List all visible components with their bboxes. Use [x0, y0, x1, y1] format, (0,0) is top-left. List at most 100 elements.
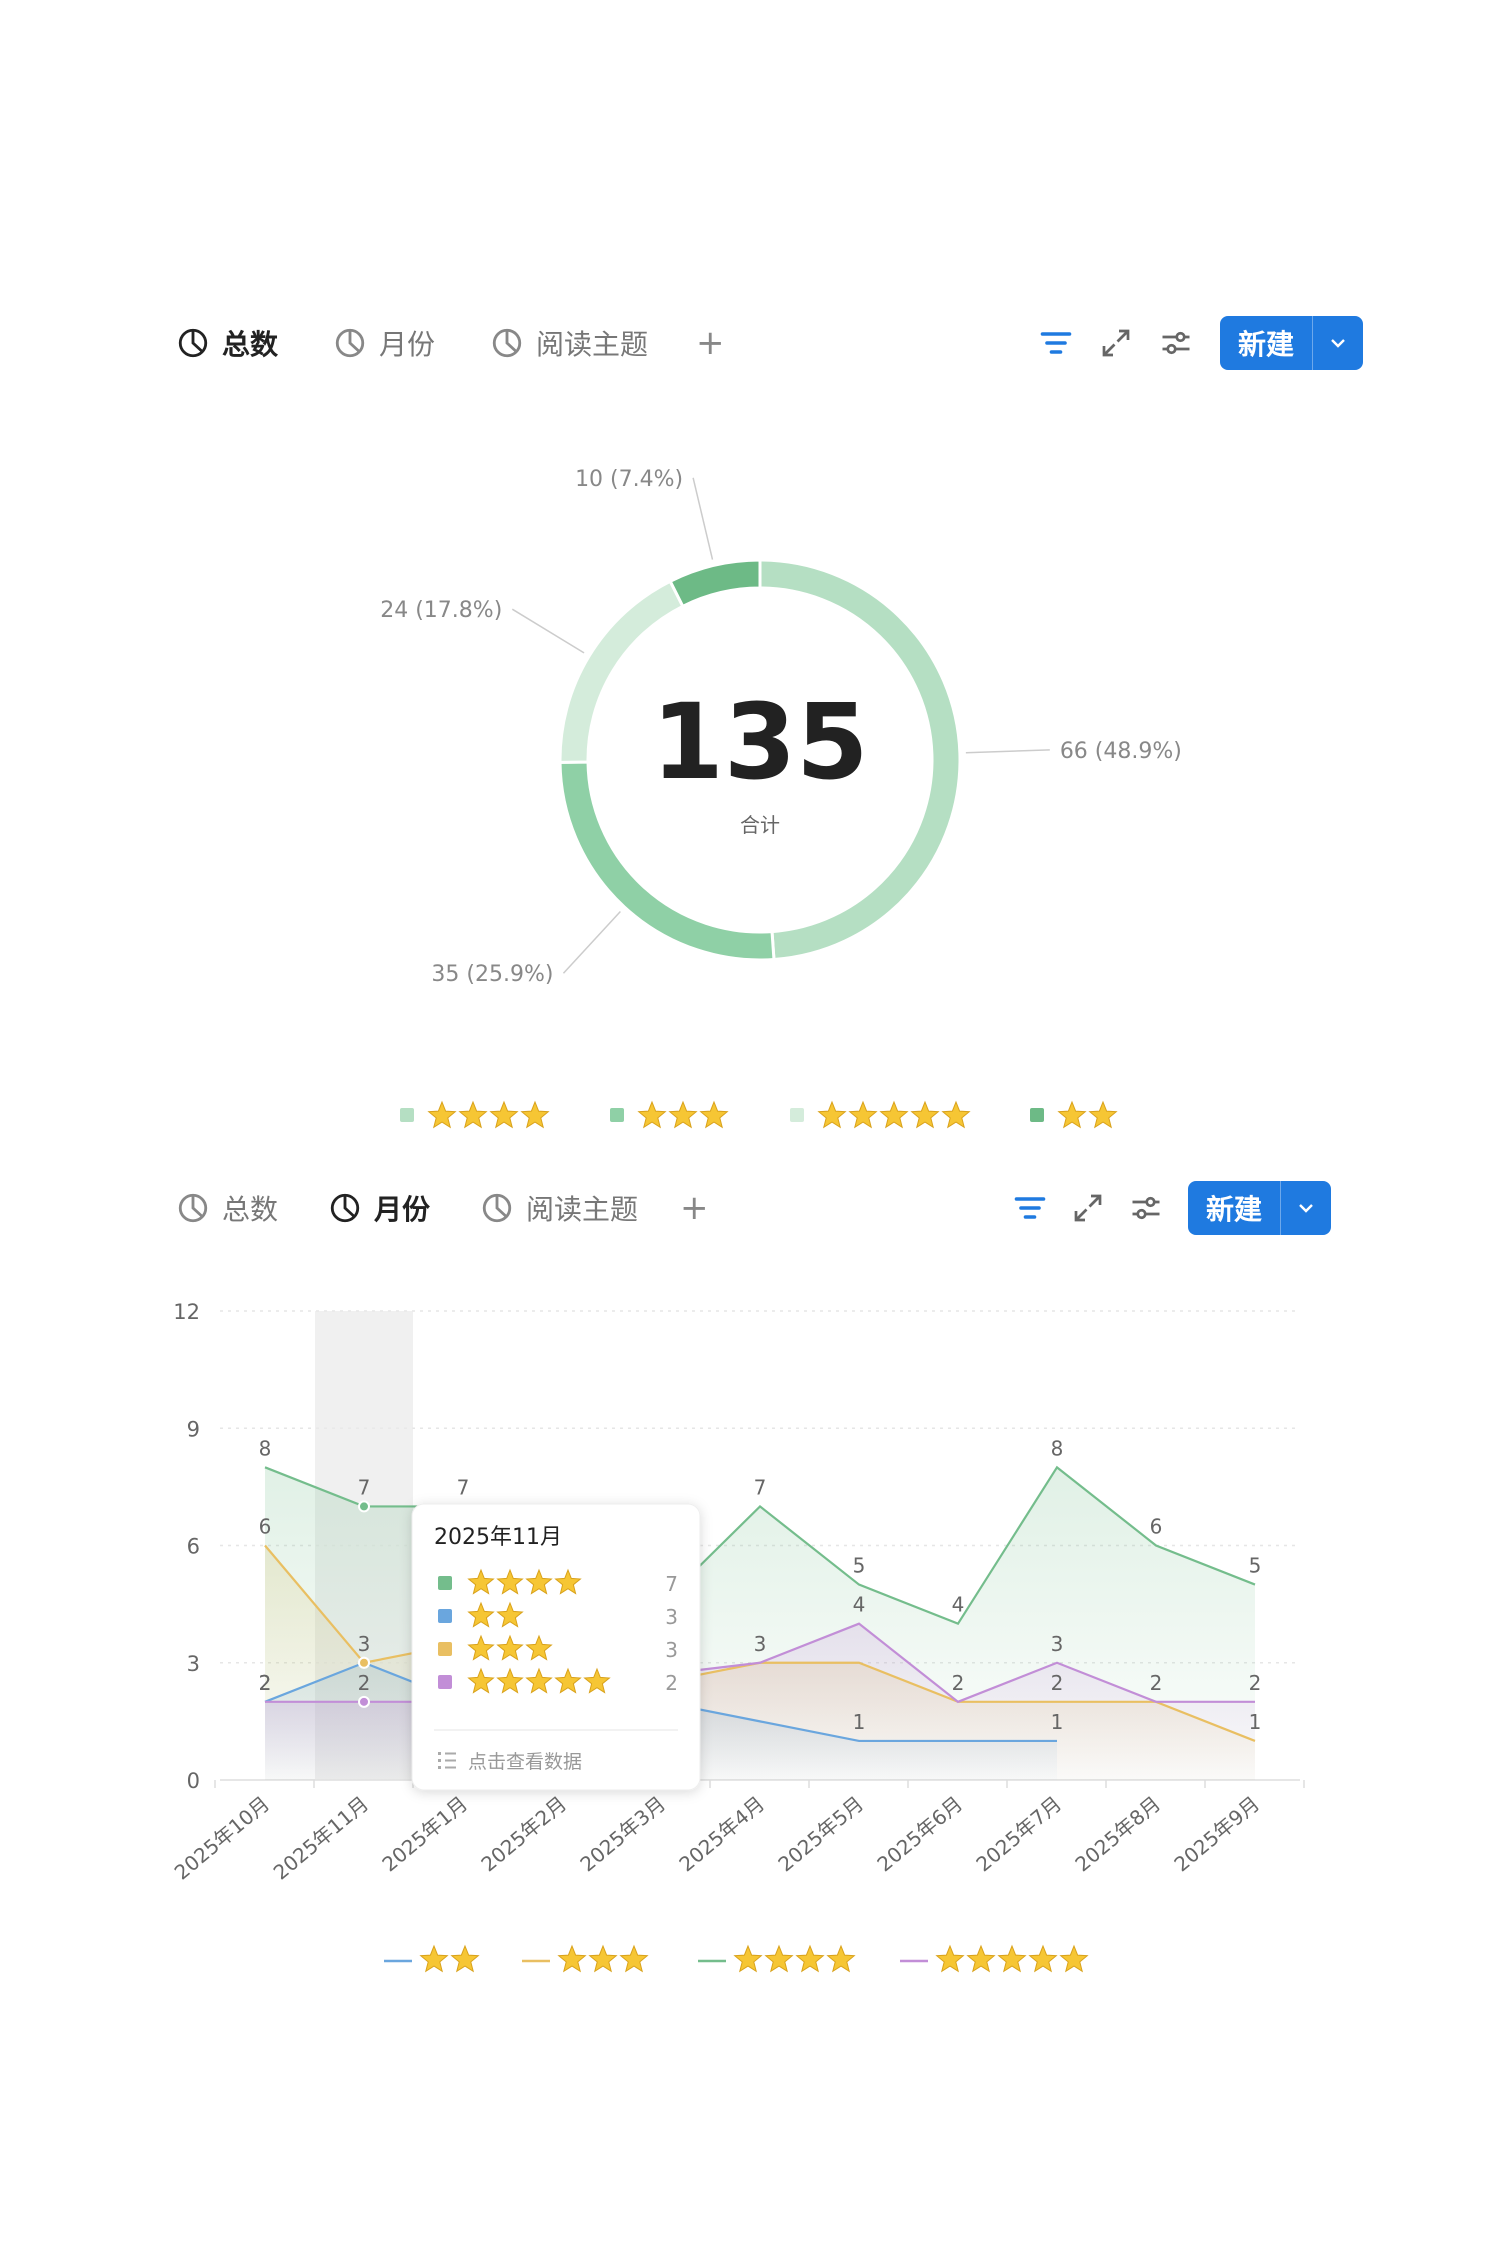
star-icon [935, 1944, 965, 1973]
legend-item[interactable] [400, 1100, 550, 1129]
tab-total[interactable]: 总数 [176, 1178, 278, 1238]
donut-slice-label: 35 (25.9%) [431, 962, 553, 987]
x-tick-label: 2025年2月 [476, 1791, 571, 1876]
legend-item[interactable] [1030, 1100, 1118, 1129]
star-icon [427, 1100, 457, 1129]
star-icon [1059, 1944, 1089, 1973]
y-tick-label: 0 [187, 1769, 200, 1793]
star-icon [848, 1100, 878, 1129]
data-label: 6 [259, 1515, 272, 1539]
pie-chart-icon [335, 328, 365, 358]
legend-swatch [1030, 1108, 1044, 1122]
tab-reading-topic[interactable]: 阅读主题 [490, 313, 648, 373]
x-tick-label: 2025年11月 [269, 1791, 374, 1884]
tooltip-value: 7 [665, 1572, 678, 1596]
donut-total: 135 [651, 681, 868, 803]
star-icon [520, 1100, 550, 1129]
chart-tooltip: 2025年11月 7 3 3 2 点击查看数据 [411, 1503, 701, 1791]
donut-chart: 66 (48.9%)35 (25.9%)24 (17.8%)10 (7.4%) … [380, 467, 1182, 1129]
new-button[interactable]: 新建 [1188, 1181, 1332, 1235]
pie-chart-icon [178, 1193, 208, 1223]
tab-label: 月份 [379, 328, 436, 361]
star-icon [450, 1944, 480, 1973]
tab-month[interactable]: 月份 [328, 1178, 430, 1238]
star-icon [419, 1944, 449, 1973]
data-label: 1 [1249, 1710, 1262, 1734]
star-icon [489, 1100, 519, 1129]
toolbar-top: 总数 月份 阅读主题 + 新建 [0, 313, 1499, 373]
settings-icon [1162, 331, 1190, 355]
star-icon [733, 1944, 763, 1973]
data-point[interactable] [358, 1500, 370, 1513]
data-label: 7 [754, 1475, 767, 1499]
tooltip-swatch [438, 1609, 452, 1623]
tooltip-title: 2025年11月 [434, 1525, 562, 1550]
star-icon [1057, 1100, 1087, 1129]
legend-item[interactable] [610, 1100, 729, 1129]
data-label: 5 [853, 1554, 866, 1578]
data-label: 7 [457, 1475, 470, 1499]
data-label: 8 [1051, 1436, 1064, 1460]
y-tick-label: 6 [187, 1535, 200, 1559]
tooltip-value: 2 [665, 1671, 678, 1695]
star-icon [668, 1100, 698, 1129]
settings-button[interactable] [1156, 323, 1196, 363]
x-tick-label: 2025年1月 [377, 1791, 472, 1876]
legend-item[interactable] [900, 1944, 1089, 1973]
legend-item[interactable] [698, 1944, 856, 1973]
star-icon [588, 1944, 618, 1973]
x-tick-label: 2025年10月 [170, 1791, 275, 1884]
expand-button[interactable] [1068, 1188, 1108, 1228]
new-dropdown-toggle[interactable] [1313, 316, 1363, 370]
data-label: 2 [1150, 1671, 1163, 1695]
add-view-button[interactable]: + [680, 1178, 709, 1238]
toolbar-bottom: 总数 月份 阅读主题 + 新建 [0, 1178, 1499, 1238]
settings-button[interactable] [1126, 1188, 1166, 1228]
legend-stars [817, 1100, 971, 1129]
legend-stars [557, 1944, 649, 1973]
data-label: 4 [853, 1593, 866, 1617]
data-label: 1 [853, 1710, 866, 1734]
star-icon [817, 1100, 847, 1129]
star-icon [966, 1944, 996, 1973]
donut-leader-line [965, 749, 1050, 754]
star-icon [826, 1944, 856, 1973]
expand-button[interactable] [1096, 323, 1136, 363]
add-view-button[interactable]: + [696, 313, 725, 373]
y-tick-label: 9 [187, 1417, 200, 1441]
donut-leader-line [692, 477, 714, 560]
data-label: 2 [1051, 1671, 1064, 1695]
x-tick-label: 2025年4月 [674, 1791, 769, 1876]
legend-item[interactable] [790, 1100, 971, 1129]
chevron-down-icon [1331, 339, 1345, 348]
legend-item[interactable] [522, 1944, 649, 1973]
legend-item[interactable] [384, 1944, 480, 1973]
legend-stars [935, 1944, 1089, 1973]
donut-slice[interactable] [668, 558, 762, 609]
data-label: 2 [358, 1671, 371, 1695]
legend-stars [419, 1944, 480, 1973]
donut-slice-label: 10 (7.4%) [575, 467, 683, 492]
data-label: 3 [754, 1632, 767, 1656]
new-dropdown-toggle[interactable] [1281, 1181, 1331, 1235]
tab-label: 月份 [374, 1193, 431, 1226]
tab-total[interactable]: 总数 [176, 313, 278, 373]
data-point[interactable] [358, 1656, 370, 1669]
data-label: 1 [1051, 1710, 1064, 1734]
donut-leader-line [562, 910, 621, 974]
star-icon [1028, 1944, 1058, 1973]
data-label: 5 [1249, 1554, 1262, 1578]
tab-reading-topic[interactable]: 阅读主题 [480, 1178, 638, 1238]
tab-month[interactable]: 月份 [333, 313, 435, 373]
star-icon [699, 1100, 729, 1129]
filter-icon [1014, 1197, 1046, 1219]
star-icon [997, 1944, 1027, 1973]
data-point[interactable] [358, 1695, 370, 1708]
new-button[interactable]: 新建 [1220, 316, 1364, 370]
tab-label: 总数 [222, 1193, 279, 1226]
pie-chart-icon [492, 328, 522, 358]
star-icon [764, 1944, 794, 1973]
legend-swatch [790, 1108, 804, 1122]
filter-button[interactable] [1036, 323, 1076, 363]
filter-button[interactable] [1010, 1188, 1050, 1228]
